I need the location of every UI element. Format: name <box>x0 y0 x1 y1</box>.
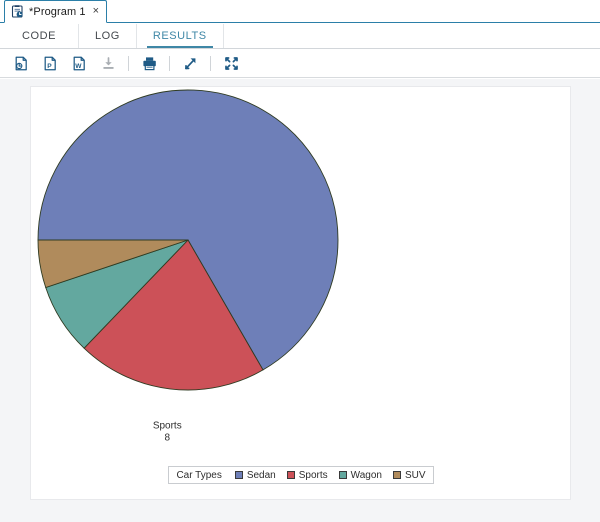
tab-code-label: CODE <box>22 30 56 42</box>
tab-results[interactable]: RESULTS <box>136 24 224 48</box>
legend-item-sedan[interactable]: Sedan <box>234 469 276 481</box>
program-tab-label: *Program 1 <box>29 5 86 18</box>
pie-label-name-sports: Sports <box>153 421 182 432</box>
legend-label-wagon: Wagon <box>350 469 382 481</box>
section-tab-bar: CODE LOG RESULTS <box>0 24 600 49</box>
svg-text:W: W <box>75 63 82 70</box>
pie-chart-svg: Sedan26Sports8Wagon3SUV2 <box>37 87 339 444</box>
save-as-pdf-icon[interactable]: P <box>37 53 63 75</box>
tab-log[interactable]: LOG <box>78 24 137 48</box>
download-icon[interactable] <box>95 53 121 75</box>
pie-slice-group <box>37 89 339 391</box>
tab-results-label: RESULTS <box>152 30 207 42</box>
program-tab[interactable]: *Program 1 × <box>4 0 108 23</box>
legend-label-sedan: Sedan <box>246 469 276 481</box>
legend-item-wagon[interactable]: Wagon <box>338 469 382 481</box>
legend-swatch-sedan <box>234 471 243 479</box>
results-output-box: Sedan26Sports8Wagon3SUV2 Car Types Sedan… <box>30 86 571 500</box>
close-icon[interactable]: × <box>91 6 99 17</box>
legend-label-suv: SUV <box>404 469 426 481</box>
toolbar-separator-1 <box>128 56 129 71</box>
collapse-icon[interactable] <box>218 53 244 75</box>
legend-label-sports: Sports <box>298 469 328 481</box>
tab-log-label: LOG <box>94 30 120 42</box>
print-icon[interactable] <box>136 53 162 75</box>
sas-studio-window: *Program 1 × CODE LOG RESULTS P W Sports… <box>0 0 600 522</box>
pie-label-value-sports: 8 <box>164 433 170 444</box>
save-as-word-icon[interactable]: W <box>66 53 92 75</box>
legend-swatch-sports <box>286 471 295 479</box>
legend-item-suv[interactable]: SUV <box>392 469 426 481</box>
program-icon <box>11 5 24 18</box>
legend-item-sports[interactable]: Sports <box>286 469 328 481</box>
legend-swatch-wagon <box>338 471 347 479</box>
legend-swatch-suv <box>392 471 401 479</box>
pie-chart: Sedan26Sports8Wagon3SUV2 Car Types Sedan… <box>31 87 572 501</box>
chart-legend: Car Types Sedan Sports Wagon SUV <box>51 466 551 484</box>
open-in-new-window-icon[interactable] <box>177 53 203 75</box>
legend-title: Car Types <box>176 469 222 481</box>
legend-box: Car Types Sedan Sports Wagon SUV <box>168 466 434 484</box>
toolbar-separator-2 <box>169 56 170 71</box>
tab-code[interactable]: CODE <box>0 24 79 48</box>
results-toolbar: P W <box>0 50 600 78</box>
toolbar-separator-3 <box>210 56 211 71</box>
svg-text:P: P <box>47 63 52 70</box>
save-as-html-icon[interactable] <box>8 53 34 75</box>
window-tab-strip: *Program 1 × <box>0 0 600 23</box>
